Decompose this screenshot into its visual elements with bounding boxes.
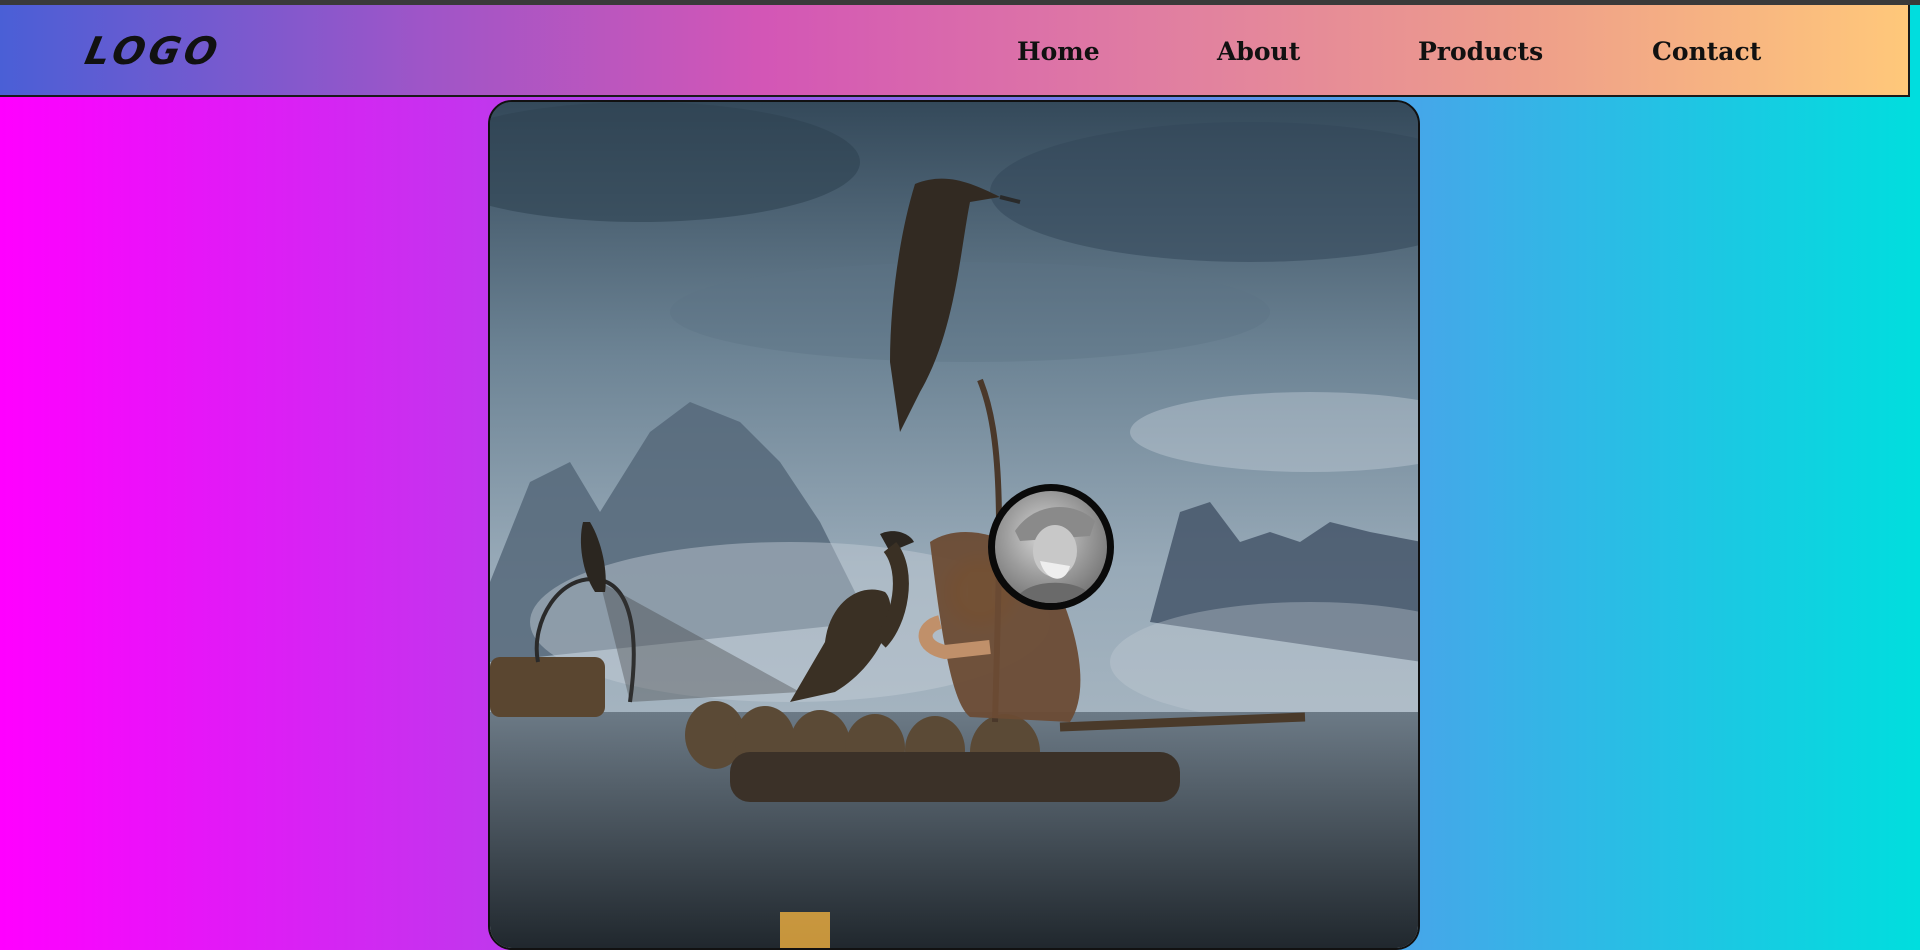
nav-link-about[interactable]: About	[1217, 37, 1300, 66]
cormorant-fisherman-photo-icon	[490, 102, 1418, 948]
nav-link-contact[interactable]: Contact	[1652, 37, 1761, 66]
nav-link-home[interactable]: Home	[1017, 37, 1100, 66]
fisherman-portrait-avatar[interactable]	[988, 484, 1114, 610]
portrait-icon	[1015, 507, 1095, 603]
nav-links: Home About Products Contact	[0, 37, 1908, 77]
navbar: LOGO Home About Products Contact	[0, 5, 1910, 97]
hero-photo	[488, 100, 1420, 950]
nav-link-products[interactable]: Products	[1418, 37, 1543, 66]
